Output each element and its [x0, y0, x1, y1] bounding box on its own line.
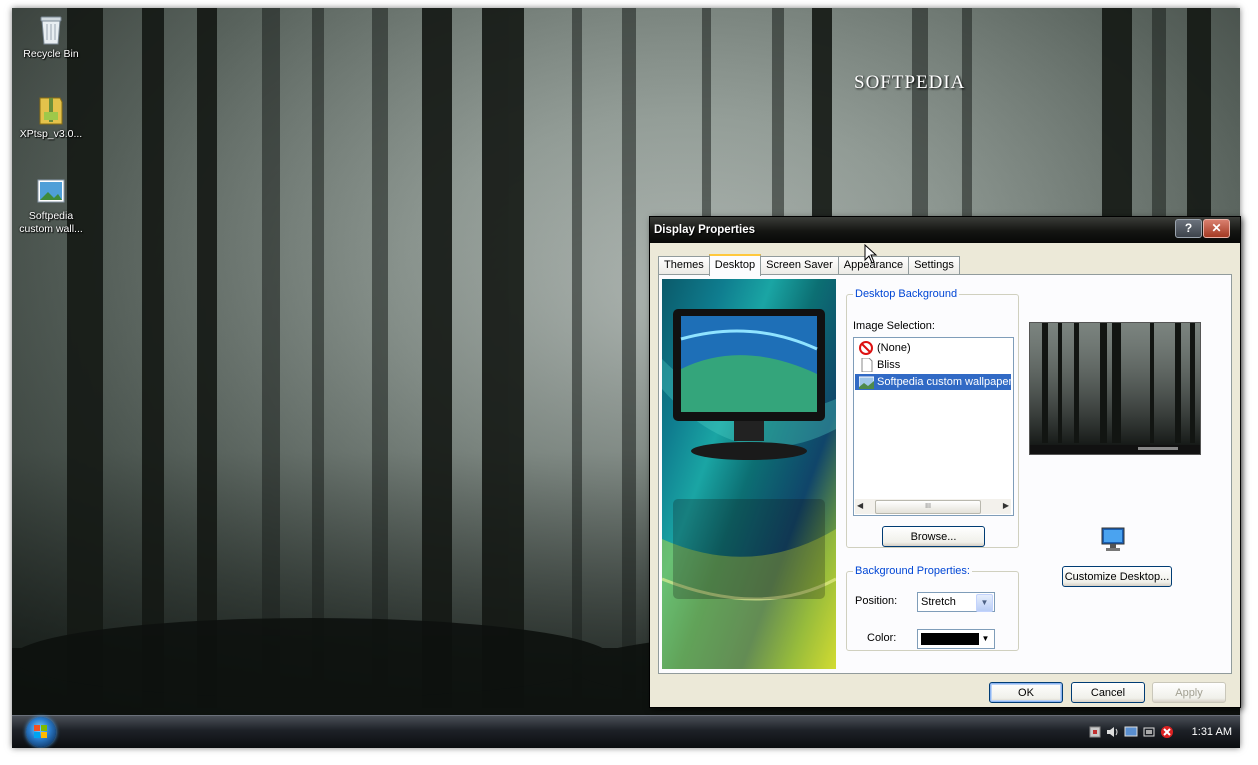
recycle-bin-icon: [36, 14, 66, 46]
system-tray: 1:31 AM: [1088, 722, 1232, 742]
network-icon[interactable]: [1088, 725, 1102, 739]
tab-themes[interactable]: Themes: [658, 256, 710, 274]
desktop-icon-recycle-bin[interactable]: Recycle Bin: [12, 14, 90, 61]
position-select[interactable]: Stretch ▼: [917, 592, 995, 612]
desktop-icon-label: Softpedia custom wall...: [19, 210, 83, 235]
browse-button[interactable]: Browse...: [882, 526, 985, 547]
ok-button[interactable]: OK: [989, 682, 1063, 703]
customize-desktop-button[interactable]: Customize Desktop...: [1062, 566, 1172, 587]
tab-settings[interactable]: Settings: [908, 256, 960, 274]
customize-desktop-icon: [1099, 525, 1127, 555]
scroll-left-icon[interactable]: ◀: [857, 501, 863, 510]
horizontal-scrollbar[interactable]: ◀ III ▶: [855, 499, 1011, 514]
close-button[interactable]: ✕: [1203, 219, 1230, 238]
tab-desktop[interactable]: Desktop: [708, 254, 762, 276]
list-item[interactable]: Bliss: [855, 357, 1011, 373]
color-swatch: [921, 633, 979, 645]
position-label: Position:: [855, 595, 898, 607]
chevron-down-icon: ▼: [976, 594, 993, 612]
image-thumb-icon: [858, 375, 875, 389]
image-file-icon: [36, 176, 66, 208]
scrollbar-thumb[interactable]: III: [875, 500, 981, 514]
clock[interactable]: 1:31 AM: [1192, 726, 1232, 738]
image-selection-list[interactable]: (None) Bliss Softpedia custom wallpaper …: [853, 337, 1014, 516]
tab-strip: Themes Desktop Screen Saver Appearance S…: [658, 254, 960, 276]
desktop-icon-label: Recycle Bin: [23, 48, 79, 60]
vista-banner-image: [662, 279, 836, 669]
monitor-icon: [673, 309, 825, 599]
windows-orb-icon: [34, 725, 47, 738]
taskbar: 1:31 AM: [12, 715, 1240, 748]
desktop-tab-panel: Desktop Background Image Selection: (Non…: [658, 274, 1232, 674]
display-properties-dialog: Display Properties ? ✕ Themes Desktop Sc…: [649, 216, 1241, 708]
volume-icon[interactable]: [1106, 725, 1120, 739]
color-picker[interactable]: ▼: [917, 629, 995, 649]
list-item[interactable]: (None): [855, 340, 1011, 356]
wallpaper-preview: [1029, 322, 1201, 455]
usb-icon[interactable]: [1142, 725, 1156, 739]
color-label: Color:: [867, 632, 897, 644]
mouse-pointer-icon: [864, 244, 878, 264]
list-item-selected[interactable]: Softpedia custom wallpaper (: [855, 374, 1011, 390]
desktop-icon-label: XPtsp_v3.0...: [19, 128, 83, 140]
image-selection-label: Image Selection:: [853, 320, 935, 332]
start-button[interactable]: [26, 717, 56, 747]
background-properties-legend: Background Properties:: [855, 565, 970, 577]
display-icon[interactable]: [1124, 725, 1138, 739]
apply-button[interactable]: Apply: [1152, 682, 1226, 703]
desktop-icon-xptsp[interactable]: XPtsp_v3.0...: [12, 94, 90, 141]
softpedia-watermark: SOFTPEDIA: [854, 72, 966, 93]
background-properties-group: Background Properties: Position: Stretch…: [846, 565, 1019, 651]
security-alert-icon[interactable]: [1160, 725, 1174, 739]
help-button[interactable]: ?: [1175, 219, 1202, 238]
none-icon: [859, 341, 874, 355]
dialog-title-bar[interactable]: Display Properties ? ✕: [650, 217, 1240, 243]
dialog-title: Display Properties: [654, 224, 755, 236]
scroll-right-icon[interactable]: ▶: [1003, 501, 1009, 510]
desktop-background-legend: Desktop Background: [855, 288, 958, 300]
archive-folder-icon: [36, 94, 66, 126]
cancel-button[interactable]: Cancel: [1071, 682, 1145, 703]
desktop-icon-softpedia-wallpaper[interactable]: Softpedia custom wall...: [12, 176, 90, 236]
tab-screen-saver[interactable]: Screen Saver: [760, 256, 839, 274]
blank-file-icon: [859, 357, 874, 373]
chevron-down-icon: ▼: [981, 634, 990, 643]
desktop-background-group: Desktop Background Image Selection: (Non…: [846, 288, 1019, 548]
position-value: Stretch: [921, 596, 956, 608]
